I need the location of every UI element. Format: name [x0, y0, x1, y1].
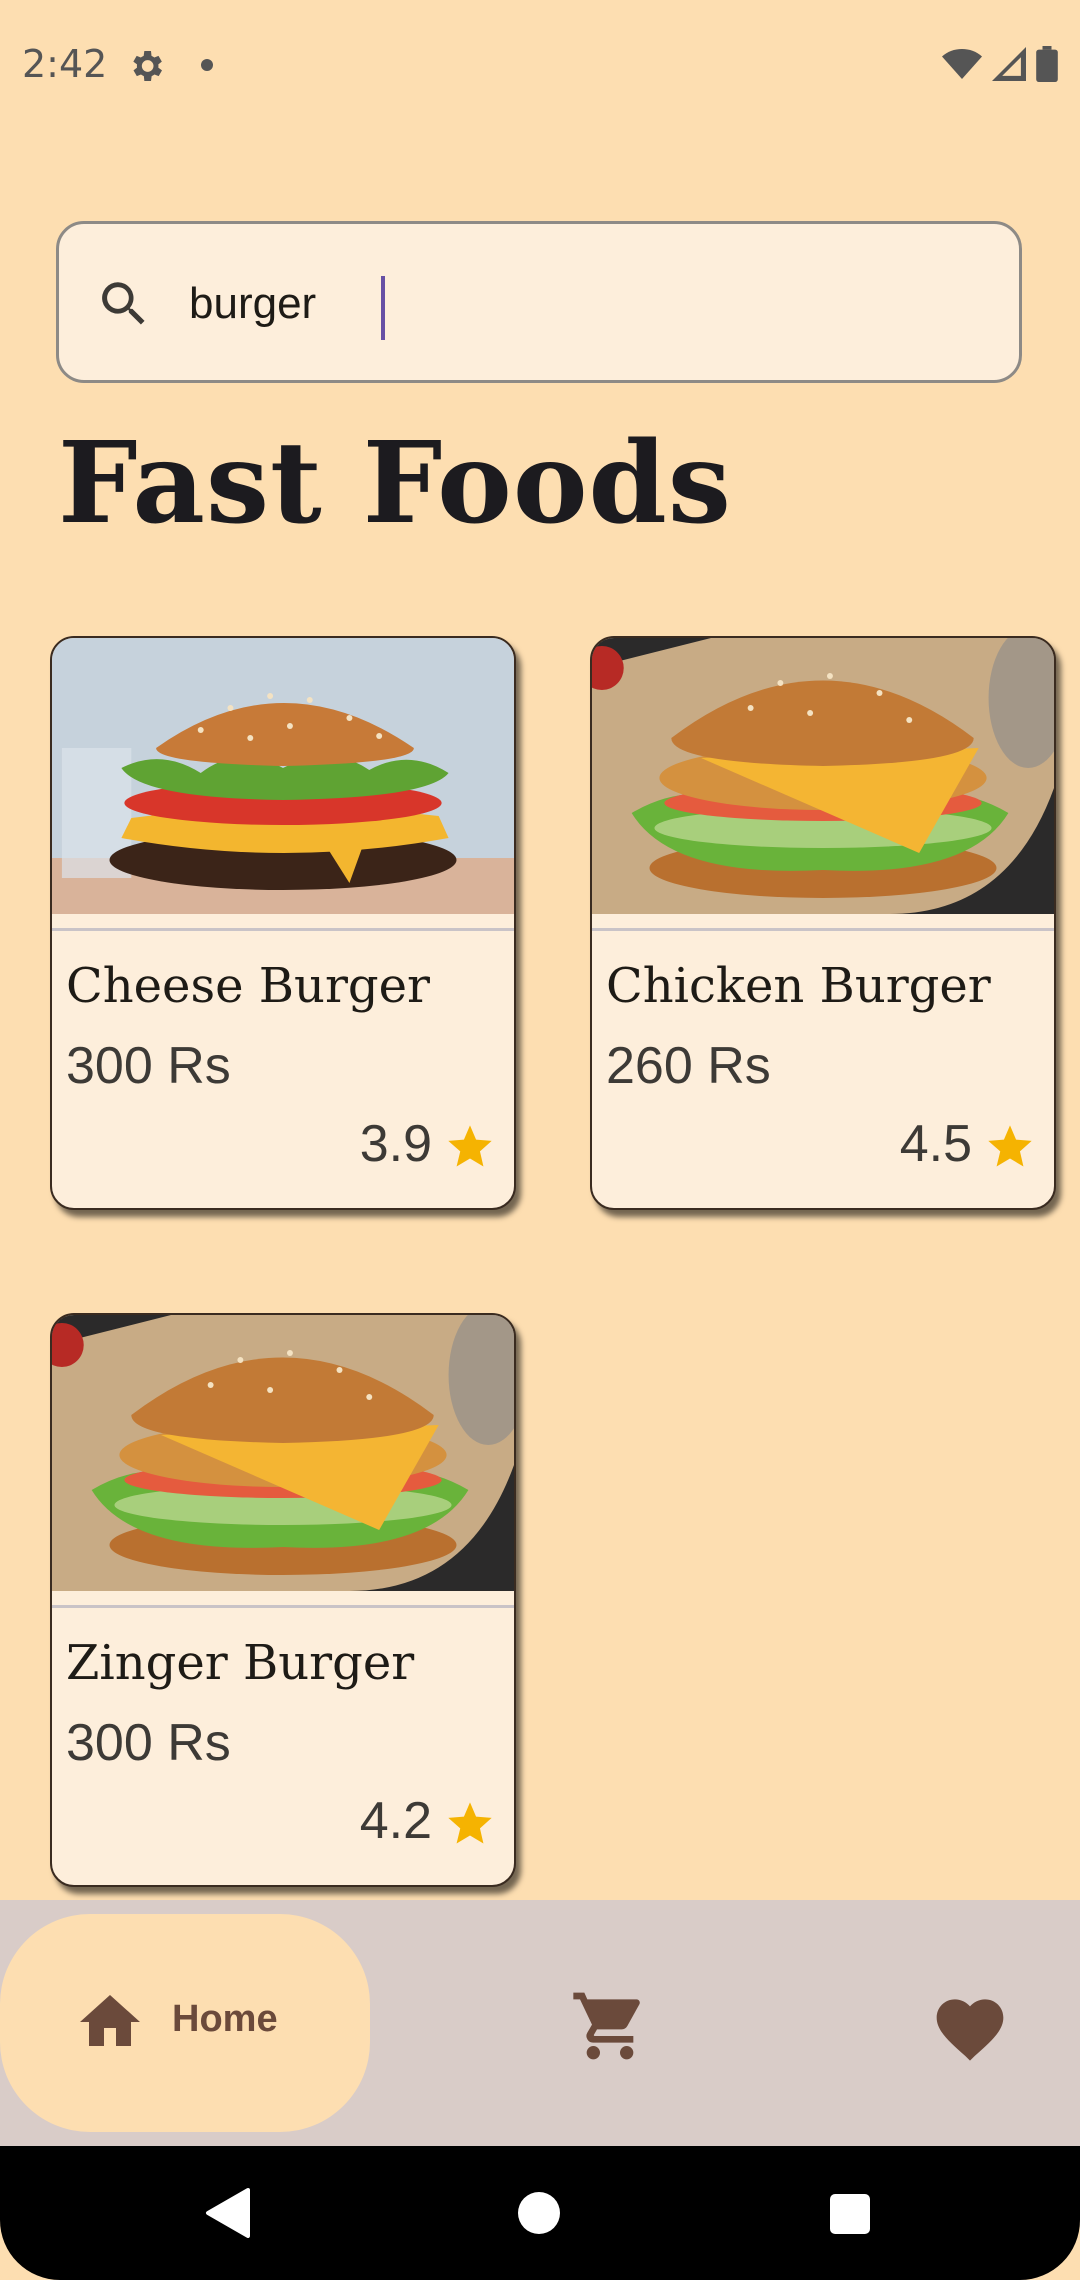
food-price: 300 Rs: [66, 1714, 231, 1772]
food-name: Zinger Burger: [66, 1635, 415, 1691]
zinger-burger-image: [52, 1315, 514, 1591]
search-input[interactable]: [189, 268, 949, 340]
food-price: 300 Rs: [66, 1037, 231, 1095]
search-icon: [102, 282, 145, 325]
settings-gear-icon: [133, 51, 162, 81]
nav-item-home-label: Home: [172, 1998, 278, 2040]
chicken-burger-image: [592, 638, 1054, 914]
wifi-icon: [942, 49, 982, 79]
bottom-navigation: Home: [0, 1900, 1080, 2146]
notification-dot-icon: [201, 59, 213, 71]
home-button-icon[interactable]: [518, 2192, 560, 2234]
battery-icon: [1036, 46, 1058, 82]
heart-icon[interactable]: [930, 1988, 1010, 2064]
nav-item-home[interactable]: Home: [0, 1914, 370, 2132]
food-rating: 4.2: [359, 1792, 432, 1850]
card-divider: [592, 928, 1054, 931]
back-icon[interactable]: [204, 2188, 250, 2238]
status-time: 2:42: [22, 42, 108, 86]
home-icon: [80, 1995, 140, 2046]
food-rating: 3.9: [359, 1115, 432, 1173]
cheese-burger-image: [52, 638, 514, 914]
food-name: Chicken Burger: [606, 958, 991, 1014]
page-title: Fast Foods: [58, 418, 732, 549]
recent-apps-icon[interactable]: [830, 2194, 870, 2234]
status-bar: 2:42: [0, 0, 1080, 130]
star-icon: [448, 1802, 492, 1844]
card-divider: [52, 928, 514, 931]
cart-icon[interactable]: [570, 1986, 650, 2066]
card-divider: [52, 1605, 514, 1608]
food-card-chicken-burger[interactable]: Chicken Burger 260 Rs 4.5: [590, 636, 1056, 1210]
star-icon: [448, 1125, 492, 1167]
food-name: Cheese Burger: [66, 958, 430, 1014]
status-icons: [942, 46, 1058, 82]
cell-signal-icon: [992, 47, 1026, 81]
search-bar[interactable]: [56, 221, 1022, 383]
food-price: 260 Rs: [606, 1037, 771, 1095]
system-navigation-bar: [0, 2146, 1080, 2280]
star-icon: [988, 1125, 1032, 1167]
food-card-cheese-burger[interactable]: Cheese Burger 300 Rs 3.9: [50, 636, 516, 1210]
food-card-zinger-burger[interactable]: Zinger Burger 300 Rs 4.2: [50, 1313, 516, 1887]
text-cursor: [381, 276, 385, 340]
food-rating: 4.5: [899, 1115, 972, 1173]
